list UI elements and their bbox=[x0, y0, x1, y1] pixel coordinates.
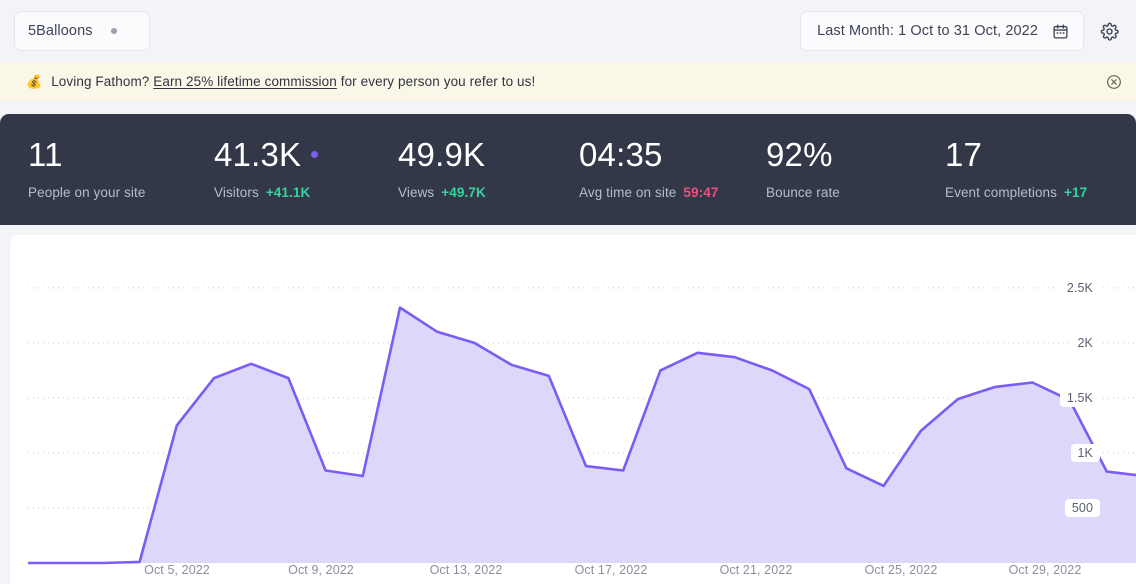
metric-event-completions[interactable]: 17 Event completions +17 bbox=[945, 138, 1087, 200]
metric-sub: Visitors +41.1K bbox=[214, 185, 318, 200]
metric-visitors[interactable]: 41.3K Visitors +41.1K bbox=[214, 138, 318, 200]
y-axis-tick-label: 1.5K bbox=[1060, 389, 1100, 407]
site-selector-label: 5Balloons bbox=[28, 23, 93, 39]
date-range-picker[interactable]: Last Month: 1 Oct to 31 Oct, 2022 bbox=[800, 11, 1084, 51]
metric-delta: +49.7K bbox=[441, 185, 486, 200]
x-axis-tick-label: Oct 21, 2022 bbox=[720, 563, 793, 577]
settings-button[interactable] bbox=[1092, 11, 1126, 51]
metric-sub: Views +49.7K bbox=[398, 185, 486, 200]
money-bag-icon: 💰 bbox=[26, 75, 42, 88]
calendar-icon bbox=[1052, 23, 1069, 40]
metric-delta: +17 bbox=[1064, 185, 1087, 200]
visitors-chart-card[interactable]: 500 1K 1.5K 2K 2.5K Oct 5, 2022 Oct 9, 2022 Oct… bbox=[10, 235, 1136, 584]
metric-delta: +41.1K bbox=[266, 185, 311, 200]
metric-value: 92% bbox=[766, 138, 840, 173]
metric-label: Avg time on site bbox=[579, 185, 676, 200]
x-axis-tick-label: Oct 9, 2022 bbox=[288, 563, 354, 577]
metric-value: 11 bbox=[28, 138, 145, 173]
metric-avg-time-on-site[interactable]: 04:35 Avg time on site 59:47 bbox=[579, 138, 718, 200]
metric-value: 41.3K bbox=[214, 138, 318, 173]
referral-banner-text: Loving Fathom? Earn 25% lifetime commiss… bbox=[51, 74, 535, 89]
metric-delta: 59:47 bbox=[683, 185, 718, 200]
metric-people-on-your-site[interactable]: 11 People on your site bbox=[28, 138, 145, 200]
banner-tail-text: for every person you refer to us! bbox=[337, 74, 536, 89]
gear-icon bbox=[1100, 22, 1119, 41]
metric-label: Views bbox=[398, 185, 434, 200]
metric-label: Bounce rate bbox=[766, 185, 840, 200]
metric-sub: Bounce rate bbox=[766, 185, 840, 200]
y-axis-tick-label: 1K bbox=[1071, 444, 1101, 462]
status-dot-icon bbox=[111, 28, 117, 34]
live-indicator-dot bbox=[311, 151, 318, 158]
banner-close-button[interactable] bbox=[1104, 72, 1124, 92]
x-axis-tick-label: Oct 13, 2022 bbox=[430, 563, 503, 577]
metric-sub: Avg time on site 59:47 bbox=[579, 185, 718, 200]
x-axis-tick-label: Oct 29, 2022 bbox=[1009, 563, 1082, 577]
metric-bounce-rate[interactable]: 92% Bounce rate bbox=[766, 138, 840, 200]
date-range-label: Last Month: 1 Oct to 31 Oct, 2022 bbox=[817, 23, 1038, 39]
metric-sub: Event completions +17 bbox=[945, 185, 1087, 200]
site-selector[interactable]: 5Balloons bbox=[14, 11, 150, 51]
metric-value: 49.9K bbox=[398, 138, 486, 173]
top-bar: 5Balloons Last Month: 1 Oct to 31 Oct, 2… bbox=[0, 0, 1136, 62]
y-axis-tick-label: 500 bbox=[1065, 499, 1100, 517]
banner-lead-text: Loving Fathom? bbox=[51, 74, 153, 89]
referral-banner: 💰 Loving Fathom? Earn 25% lifetime commi… bbox=[0, 62, 1136, 101]
metric-views[interactable]: 49.9K Views +49.7K bbox=[398, 138, 486, 200]
metric-value-text: 17 bbox=[945, 138, 982, 173]
metric-value-text: 11 bbox=[28, 138, 63, 173]
y-axis-tick-label: 2K bbox=[1071, 334, 1101, 352]
metrics-bar: 11 People on your site 41.3K Visitors +41.1K… bbox=[0, 114, 1136, 225]
y-axis-tick-label: 2.5K bbox=[1060, 279, 1100, 297]
metric-value: 17 bbox=[945, 138, 1087, 173]
top-bar-right: Last Month: 1 Oct to 31 Oct, 2022 bbox=[800, 11, 1126, 51]
x-axis-tick-label: Oct 5, 2022 bbox=[144, 563, 210, 577]
metric-value: 04:35 bbox=[579, 138, 718, 173]
metric-value-text: 04:35 bbox=[579, 138, 663, 173]
metric-label: People on your site bbox=[28, 185, 145, 200]
referral-link[interactable]: Earn 25% lifetime commission bbox=[153, 74, 337, 89]
metric-value-text: 49.9K bbox=[398, 138, 485, 173]
x-axis-tick-label: Oct 25, 2022 bbox=[865, 563, 938, 577]
metric-value-text: 41.3K bbox=[214, 138, 301, 173]
metric-label: Event completions bbox=[945, 185, 1057, 200]
metric-value-text: 92% bbox=[766, 138, 833, 173]
x-axis-tick-label: Oct 17, 2022 bbox=[575, 563, 648, 577]
visitors-area-chart bbox=[10, 235, 1136, 584]
metric-label: Visitors bbox=[214, 185, 259, 200]
chart-area-fill bbox=[28, 308, 1136, 563]
metric-sub: People on your site bbox=[28, 185, 145, 200]
